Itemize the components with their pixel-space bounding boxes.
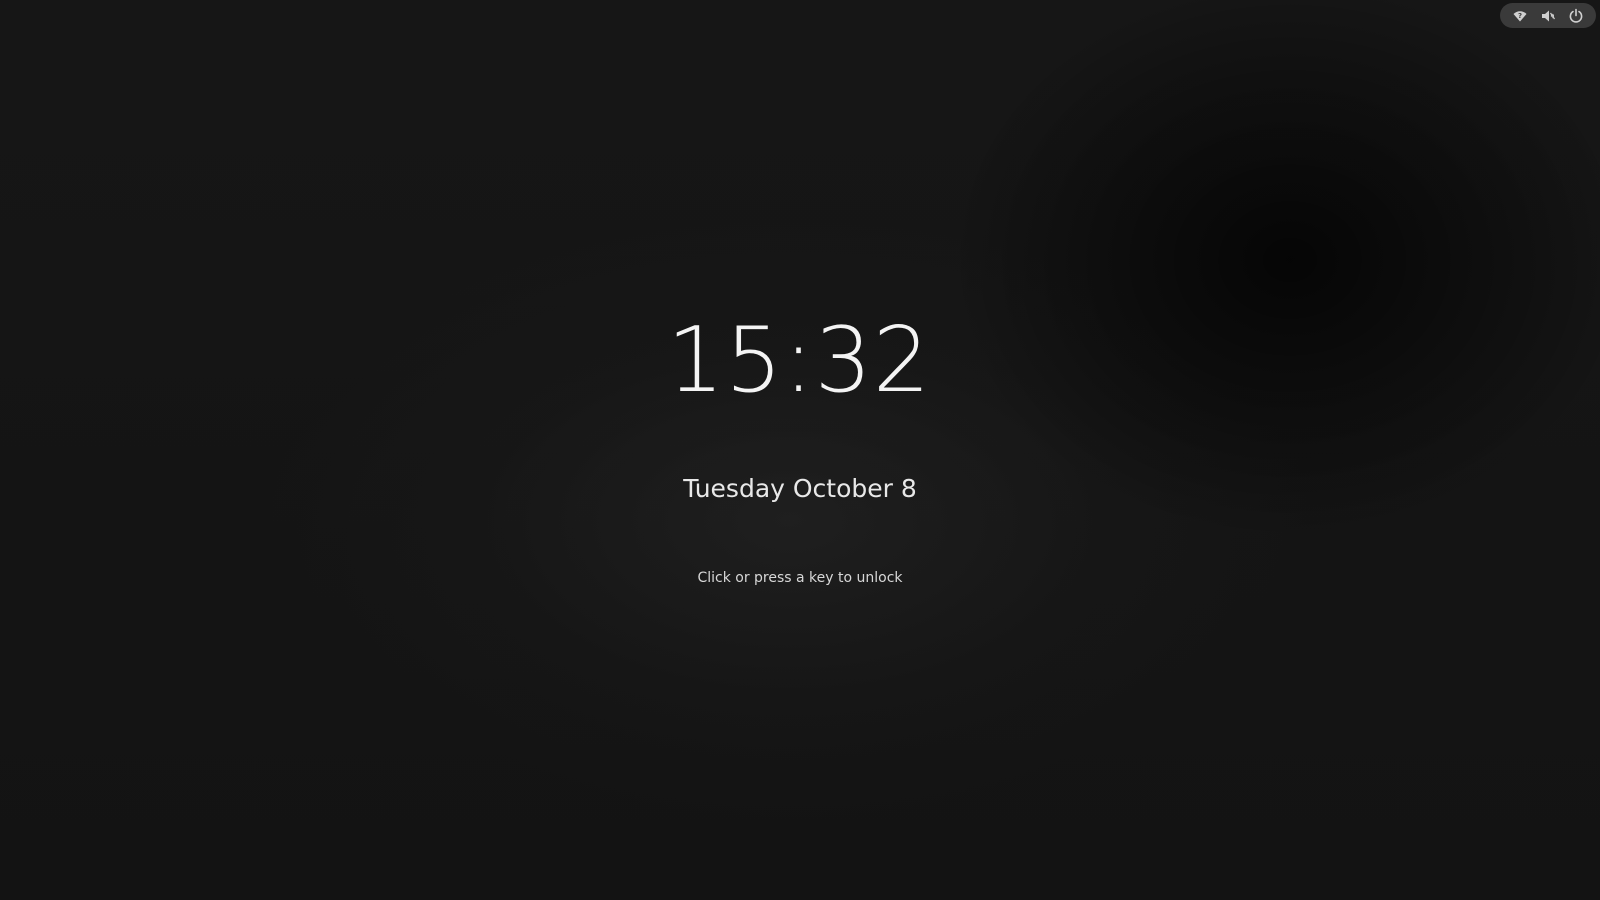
lock-screen[interactable]: { "lock_screen": { "time": "15:32", "dat… xyxy=(0,0,1600,900)
clock-date: Tuesday October 8 xyxy=(683,474,917,503)
network-wireless-icon: ? xyxy=(1511,7,1529,25)
system-status-menu[interactable]: ? xyxy=(1500,3,1596,28)
clock-time: 15:32 xyxy=(666,308,932,413)
power-icon xyxy=(1567,7,1585,25)
svg-text:?: ? xyxy=(1518,12,1522,20)
unlock-hint: Click or press a key to unlock xyxy=(697,570,903,586)
volume-muted-icon xyxy=(1539,7,1557,25)
